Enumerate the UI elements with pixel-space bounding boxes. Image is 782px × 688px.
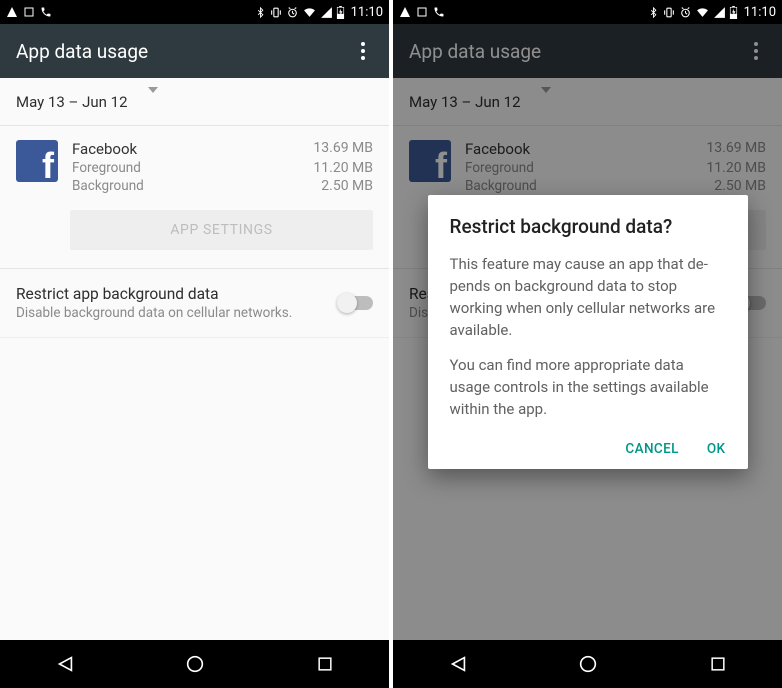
wifi-icon xyxy=(695,6,710,19)
battery-icon xyxy=(336,6,345,19)
date-range-selector[interactable]: May 13 – Jun 12 xyxy=(0,78,389,126)
notification-icon xyxy=(6,6,18,18)
vibrate-icon xyxy=(662,6,676,19)
app-name: Facebook xyxy=(72,140,137,158)
dialog-body-2: You can find more appropriate data usage… xyxy=(450,355,726,420)
phone-right: 11:10 App data usage May 13 – Jun 12 f F… xyxy=(393,0,782,688)
modal-overlay[interactable]: Restrict background data? This feature m… xyxy=(393,24,782,640)
screenshot-icon xyxy=(416,6,428,18)
alarm-icon xyxy=(286,6,299,19)
background-label: Background xyxy=(72,178,144,194)
recents-button[interactable] xyxy=(315,654,335,674)
restrict-background-row[interactable]: Restrict app background data Disable bac… xyxy=(0,269,389,338)
navigation-bar xyxy=(0,640,389,688)
foreground-size: 11.20 MB xyxy=(313,160,373,176)
vibrate-icon xyxy=(269,6,283,19)
restrict-title: Restrict app background data xyxy=(16,285,327,303)
screenshot-icon xyxy=(23,6,35,18)
home-button[interactable] xyxy=(184,653,206,675)
alarm-icon xyxy=(679,6,692,19)
call-icon xyxy=(433,6,445,18)
app-usage-row: f Facebook 13.69 MB Foreground 11.20 MB … xyxy=(0,126,389,198)
cellular-icon xyxy=(320,6,333,19)
app-total-size: 13.69 MB xyxy=(313,140,373,158)
navigation-bar xyxy=(393,640,782,688)
battery-icon xyxy=(729,6,738,19)
facebook-icon: f xyxy=(16,140,58,182)
phone-left: 11:10 App data usage May 13 – Jun 12 f F… xyxy=(0,0,389,688)
cancel-button[interactable]: CANCEL xyxy=(625,441,678,457)
wifi-icon xyxy=(302,6,317,19)
home-button[interactable] xyxy=(577,653,599,675)
app-settings-row: APP SETTINGS xyxy=(0,198,389,269)
notification-icon xyxy=(399,6,411,18)
restrict-dialog: Restrict background data? This feature m… xyxy=(428,195,748,468)
ok-button[interactable]: OK xyxy=(707,441,726,457)
recents-button[interactable] xyxy=(708,654,728,674)
restrict-toggle[interactable] xyxy=(339,296,373,310)
app-settings-button[interactable]: APP SETTINGS xyxy=(70,210,373,250)
call-icon xyxy=(40,6,52,18)
date-range-label: May 13 – Jun 12 xyxy=(16,93,128,111)
more-options-button[interactable] xyxy=(353,34,373,68)
back-button[interactable] xyxy=(54,653,76,675)
dialog-title: Restrict background data? xyxy=(450,215,726,238)
back-button[interactable] xyxy=(447,653,469,675)
foreground-label: Foreground xyxy=(72,160,141,176)
status-bar: 11:10 xyxy=(393,0,782,24)
bluetooth-icon xyxy=(255,6,266,19)
status-bar: 11:10 xyxy=(0,0,389,24)
status-time: 11:10 xyxy=(744,5,776,20)
restrict-subtitle: Disable background data on cellular netw… xyxy=(16,305,327,321)
app-bar: App data usage xyxy=(0,24,389,78)
cellular-icon xyxy=(713,6,726,19)
page-title: App data usage xyxy=(16,40,148,63)
chevron-down-icon xyxy=(148,93,158,111)
background-size: 2.50 MB xyxy=(321,178,373,194)
bluetooth-icon xyxy=(648,6,659,19)
dialog-body-1: This feature may cause an app that de­pe… xyxy=(450,254,726,341)
status-time: 11:10 xyxy=(351,5,383,20)
